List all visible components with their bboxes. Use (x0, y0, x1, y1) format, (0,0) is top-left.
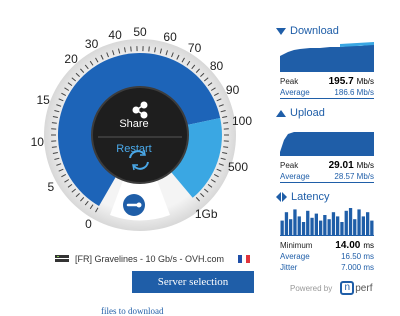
download-peak-value: 195.7 (328, 76, 354, 87)
latency-bar (323, 215, 327, 236)
latency-min-unit: ms (363, 241, 374, 250)
latency-title: Latency (291, 191, 330, 203)
nperf-logo-icon: n (340, 281, 355, 295)
latency-bar (344, 210, 348, 236)
latency-header: Latency (276, 190, 376, 204)
nperf-brand: perf (355, 282, 373, 294)
latency-bar (340, 222, 344, 236)
latency-bar (370, 220, 374, 236)
gauge-tick-label: 50 (133, 25, 147, 39)
upload-title: Upload (290, 107, 325, 119)
france-flag-icon (238, 255, 250, 263)
upload-avg-label: Average (280, 172, 310, 181)
latency-jitter-row: Jitter 7.000 ms (280, 262, 374, 273)
latency-bar (297, 216, 301, 236)
latency-avg-row: Average 16.50 ms (280, 251, 374, 262)
download-title: Download (290, 25, 339, 37)
gauge-tick-label: 20 (64, 51, 78, 66)
gauge-tick-label: 80 (209, 59, 224, 74)
download-arrow-icon (276, 27, 286, 35)
upload-peak-label: Peak (280, 161, 299, 170)
server-info: [FR] Gravelines - 10 Gb/s - OVH.com (55, 252, 250, 266)
latency-bar (348, 208, 353, 236)
divider (280, 182, 374, 183)
gauge-tick-label: 90 (225, 82, 240, 97)
gauge-tick (130, 46, 132, 52)
latency-min-value: 14.00 (335, 240, 361, 251)
latency-bar (280, 220, 284, 236)
gauge-tick-label: 5 (47, 179, 55, 194)
latency-bar (366, 212, 370, 236)
upload-avg-value: 28.57 Mb/s (334, 172, 374, 181)
download-header: Download (276, 24, 376, 38)
gauge-tick (223, 146, 229, 148)
upload-arrow-icon (276, 109, 286, 117)
latency-bar (357, 209, 361, 236)
gauge-tick-label: 15 (36, 92, 50, 107)
share-label[interactable]: Share (119, 118, 148, 130)
server-icon (55, 255, 69, 263)
latency-bar (293, 209, 297, 236)
latency-avg-label: Average (280, 252, 310, 261)
upload-graph (280, 122, 374, 156)
download-panel: Download Peak 195.7 Mb/s Average 186.6 M… (276, 24, 376, 99)
latency-bar (284, 212, 289, 236)
latency-bar (310, 217, 314, 236)
latency-arrows-icon (276, 192, 287, 202)
powered-by-label: Powered by (290, 283, 333, 293)
latency-bar (301, 222, 306, 236)
latency-bar (353, 219, 357, 236)
gauge-tick-label: 100 (231, 113, 253, 128)
server-selection-button[interactable]: Server selection (132, 271, 254, 293)
download-avg-value: 186.6 Mb/s (334, 88, 374, 97)
latency-bar (361, 216, 365, 236)
gauge-tick-label: 60 (163, 29, 177, 44)
gauge-tick (223, 122, 229, 124)
speed-gauge: 0 5 10 15 20 30 40 50 60 70 80 90 100 500 1Gb Share Re… (31, 25, 252, 240)
gauge-tick-label: 10 (30, 135, 44, 150)
latency-jitter-value: 7.000 ms (341, 263, 374, 272)
download-graph (280, 40, 374, 72)
gauge-tick-label: 0 (85, 217, 92, 232)
files-to-download-link[interactable]: files to download (101, 306, 164, 316)
gauge-tick (51, 146, 57, 148)
latency-bar (327, 219, 331, 236)
latency-panel: Latency Minimum 14.00 ms Average 16.50 m… (276, 190, 376, 273)
latency-bar (336, 216, 340, 236)
nperf-logo[interactable]: n perf (340, 281, 372, 295)
powered-by: Powered by n perf (290, 281, 372, 295)
latency-jitter-label: Jitter (280, 263, 298, 272)
upload-peak-row: Peak 29.01 Mb/s (280, 160, 374, 171)
latency-bar (289, 219, 293, 236)
download-peak-row: Peak 195.7 Mb/s (280, 76, 374, 87)
download-avg-row: Average 186.6 Mb/s (280, 87, 374, 98)
latency-bar (331, 212, 336, 236)
latency-min-label: Minimum (280, 241, 313, 250)
upload-avg-row: Average 28.57 Mb/s (280, 171, 374, 182)
gauge-tick-label: 500 (227, 159, 249, 174)
latency-bar (306, 210, 310, 236)
download-avg-label: Average (280, 88, 310, 97)
gauge-tick-label: 1Gb (194, 206, 218, 221)
divider (280, 98, 374, 99)
download-peak-label: Peak (280, 77, 299, 86)
gauge-tick-label: 40 (108, 28, 122, 43)
gauge-tick (51, 122, 57, 124)
latency-bar (314, 213, 318, 236)
gauge-tick-label: 70 (187, 40, 202, 55)
upload-header: Upload (276, 106, 376, 120)
server-name: [FR] Gravelines - 10 Gb/s - OVH.com (75, 254, 225, 264)
latency-min-row: Minimum 14.00 ms (280, 240, 374, 251)
latency-bar (319, 220, 323, 236)
restart-label[interactable]: Restart (116, 143, 151, 155)
upload-peak-value: 29.01 (328, 160, 354, 171)
gauge-tick (148, 46, 150, 52)
download-peak-unit: Mb/s (356, 77, 374, 86)
latency-avg-value: 16.50 ms (341, 252, 374, 261)
gauge-tick-label: 30 (84, 37, 99, 52)
upload-panel: Upload Peak 29.01 Mb/s Average 28.57 Mb/… (276, 106, 376, 183)
upload-peak-unit: Mb/s (356, 161, 374, 170)
latency-graph (280, 206, 374, 236)
